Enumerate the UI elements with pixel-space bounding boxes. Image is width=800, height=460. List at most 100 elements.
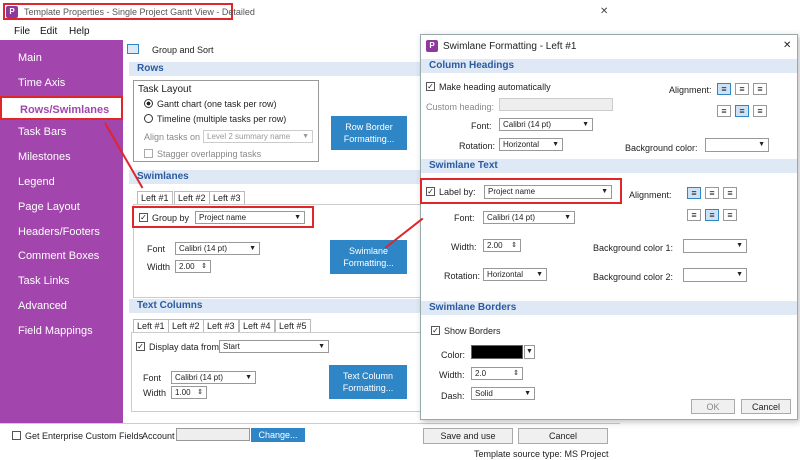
align-mid-left-icon[interactable]: ≡: [717, 105, 731, 117]
menu-help[interactable]: Help: [69, 26, 90, 37]
radio-gantt-label: Gantt chart (one task per row): [157, 99, 277, 109]
swim-tab-1[interactable]: Left #1: [137, 191, 173, 204]
sidebar-item-time-axis[interactable]: Time Axis: [0, 71, 123, 95]
border-color-dropdown-icon[interactable]: ▼: [524, 345, 535, 359]
bg-color-2-label: Background color 2:: [593, 272, 674, 282]
auto-heading-label: Make heading automatically: [439, 82, 551, 92]
swimlane-borders-header: Swimlane Borders: [421, 301, 797, 315]
sidebar-item-advanced[interactable]: Advanced: [0, 294, 123, 318]
dialog-cancel-button[interactable]: Cancel: [741, 399, 791, 414]
display-data-dropdown[interactable]: Start ▼: [219, 340, 329, 353]
text-width-label: Width: [143, 388, 167, 398]
text-rotation-dropdown[interactable]: Horizontal ▼: [483, 268, 547, 281]
group-by-checkbox[interactable]: ✓: [139, 213, 148, 222]
sidebar-item-milestones[interactable]: Milestones: [0, 145, 123, 169]
label-by-dropdown[interactable]: Project name ▼: [484, 185, 612, 199]
bg-color-1-dropdown[interactable]: ▼: [683, 239, 747, 253]
text-tab-4[interactable]: Left #4: [239, 319, 275, 332]
title-bar: P Template Properties - Single Project G…: [0, 0, 620, 24]
text-tab-3[interactable]: Left #3: [203, 319, 239, 332]
align-tasks-label: Align tasks on: [144, 132, 201, 142]
sidebar-item-task-links[interactable]: Task Links: [0, 269, 123, 293]
text-tab-2[interactable]: Left #2: [168, 319, 204, 332]
swimlane-formatting-dialog: P Swimlane Formatting - Left #1 ✕ Column…: [420, 34, 798, 420]
bg-color-2-dropdown[interactable]: ▼: [683, 268, 747, 282]
border-dash-label: Dash:: [441, 391, 465, 401]
group-sort-label: Group and Sort: [152, 45, 214, 55]
close-icon[interactable]: ✕: [600, 6, 608, 17]
sidebar: Main Time Axis Rows/Swimlanes Task Bars Mile…: [0, 40, 123, 423]
display-data-checkbox[interactable]: ✓: [136, 342, 145, 351]
custom-heading-input[interactable]: [499, 98, 613, 111]
radio-gantt[interactable]: [144, 99, 153, 108]
account-input[interactable]: [176, 428, 250, 441]
radio-timeline-label: Timeline (multiple tasks per row): [157, 114, 287, 124]
text-font-dropdown[interactable]: Calibri (14 pt) ▼: [171, 371, 256, 384]
cancel-button[interactable]: Cancel: [518, 428, 608, 444]
text-width-stepper[interactable]: 1.00 ⇕: [171, 386, 207, 399]
template-source-label: Template source type: MS Project: [474, 449, 609, 459]
text-valign-top-icon[interactable]: ≡: [687, 209, 701, 221]
sidebar-item-page-layout[interactable]: Page Layout: [0, 195, 123, 219]
task-layout-label: Task Layout: [138, 84, 192, 95]
text-font-label: Font:: [454, 213, 475, 223]
label-by-checkbox[interactable]: ✓: [426, 187, 435, 196]
sidebar-item-legend[interactable]: Legend: [0, 170, 123, 194]
label-by-label: Label by:: [439, 187, 476, 197]
change-button[interactable]: Change...: [251, 428, 305, 442]
border-width-stepper[interactable]: 2.0 ⇕: [471, 367, 523, 380]
text-font-dropdown[interactable]: Calibri (14 pt) ▼: [483, 211, 575, 224]
dialog-close-icon[interactable]: ✕: [783, 40, 791, 51]
enterprise-checkbox[interactable]: [12, 431, 21, 440]
text-align-right-icon[interactable]: ≡: [723, 187, 737, 199]
stagger-label: Stagger overlapping tasks: [157, 149, 262, 159]
sidebar-item-comment-boxes[interactable]: Comment Boxes: [0, 244, 123, 268]
dialog-title: Swimlane Formatting - Left #1: [443, 41, 577, 52]
align-tasks-dropdown[interactable]: Level 2 summary name ▼: [203, 130, 313, 143]
align-top-left-icon[interactable]: ≡: [717, 83, 731, 95]
sidebar-item-headers-footers[interactable]: Headers/Footers: [0, 220, 123, 244]
sidebar-item-field-mappings[interactable]: Field Mappings: [0, 319, 123, 343]
text-align-left-icon[interactable]: ≡: [687, 187, 701, 199]
text-column-formatting-button[interactable]: Text Column Formatting...: [329, 365, 407, 399]
border-color-swatch[interactable]: [471, 345, 523, 359]
menu-file[interactable]: File: [14, 26, 30, 37]
text-width-stepper[interactable]: 2.00 ⇕: [483, 239, 521, 252]
heading-font-dropdown[interactable]: Calibri (14 pt) ▼: [499, 118, 593, 131]
text-tab-5[interactable]: Left #5: [275, 319, 311, 332]
align-mid-right-icon[interactable]: ≡: [753, 105, 767, 117]
align-mid-center-icon[interactable]: ≡: [735, 105, 749, 117]
swim-width-stepper[interactable]: 2.00 ⇕: [175, 260, 211, 273]
swimlane-text-header: Swimlane Text: [421, 159, 797, 173]
text-alignment-label: Alignment:: [629, 190, 672, 200]
enterprise-label: Get Enterprise Custom Fields: [25, 431, 144, 441]
group-by-label: Group by: [152, 213, 190, 223]
save-and-use-button[interactable]: Save and use: [423, 428, 513, 444]
show-borders-label: Show Borders: [444, 326, 501, 336]
text-valign-mid-icon[interactable]: ≡: [705, 209, 719, 221]
heading-rotation-dropdown[interactable]: Horizontal ▼: [499, 138, 563, 151]
text-tab-1[interactable]: Left #1: [133, 319, 169, 332]
show-borders-checkbox[interactable]: ✓: [431, 326, 440, 335]
auto-heading-checkbox[interactable]: ✓: [426, 82, 435, 91]
swimlane-formatting-button[interactable]: Swimlane Formatting...: [330, 240, 407, 274]
menu-edit[interactable]: Edit: [40, 26, 57, 37]
sidebar-item-main[interactable]: Main: [0, 46, 123, 70]
text-font-label: Font: [143, 373, 162, 383]
group-by-dropdown[interactable]: Project name ▼: [195, 211, 305, 224]
text-valign-bottom-icon[interactable]: ≡: [723, 209, 737, 221]
stagger-checkbox[interactable]: [144, 149, 153, 158]
ok-button[interactable]: OK: [691, 399, 735, 414]
window-title: Template Properties - Single Project Gan…: [24, 7, 255, 17]
align-top-right-icon[interactable]: ≡: [753, 83, 767, 95]
swim-font-dropdown[interactable]: Calibri (14 pt) ▼: [175, 242, 260, 255]
heading-bg-dropdown[interactable]: ▼: [705, 138, 769, 152]
align-top-center-icon[interactable]: ≡: [735, 83, 749, 95]
swim-tab-3[interactable]: Left #3: [209, 191, 245, 204]
row-border-button[interactable]: Row Border Formatting...: [331, 116, 407, 150]
text-align-center-icon[interactable]: ≡: [705, 187, 719, 199]
swim-tab-2[interactable]: Left #2: [174, 191, 210, 204]
border-dash-dropdown[interactable]: Solid ▼: [471, 387, 535, 400]
sidebar-item-rows-swimlanes[interactable]: Rows/Swimlanes: [0, 95, 123, 120]
radio-timeline[interactable]: [144, 114, 153, 123]
